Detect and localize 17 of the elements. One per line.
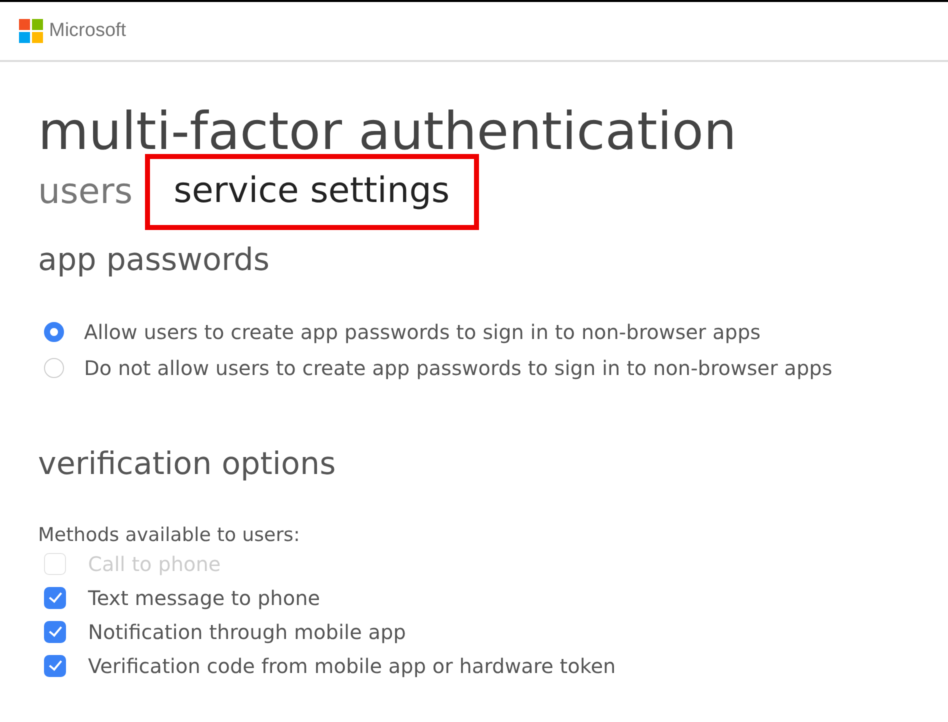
section-heading: verification options [38, 445, 337, 484]
checkbox[interactable] [44, 587, 66, 609]
logo-icon [19, 19, 43, 43]
methods-label: Methods available to users: [38, 523, 301, 548]
brand-name: Microsoft [49, 20, 126, 42]
checkbox[interactable] [44, 621, 66, 643]
radio-label: Allow users to create app passwords to sign in to non-browser apps [84, 319, 761, 346]
tab[interactable]: users [38, 170, 133, 214]
checkbox-label: Text message to phone [88, 585, 320, 612]
radio-button[interactable] [44, 322, 64, 342]
tab[interactable]: service settings [144, 154, 479, 230]
checkbox-label: Notification through mobile app [88, 619, 406, 646]
section-heading: app passwords [38, 241, 271, 280]
radio-button[interactable] [44, 358, 64, 378]
radio-label: Do not allow users to create app passwords to sign in to non-browser apps [84, 355, 832, 382]
checkbox[interactable] [44, 655, 66, 677]
checkbox-label: Verification code from mobile app or hardware token [88, 653, 616, 680]
